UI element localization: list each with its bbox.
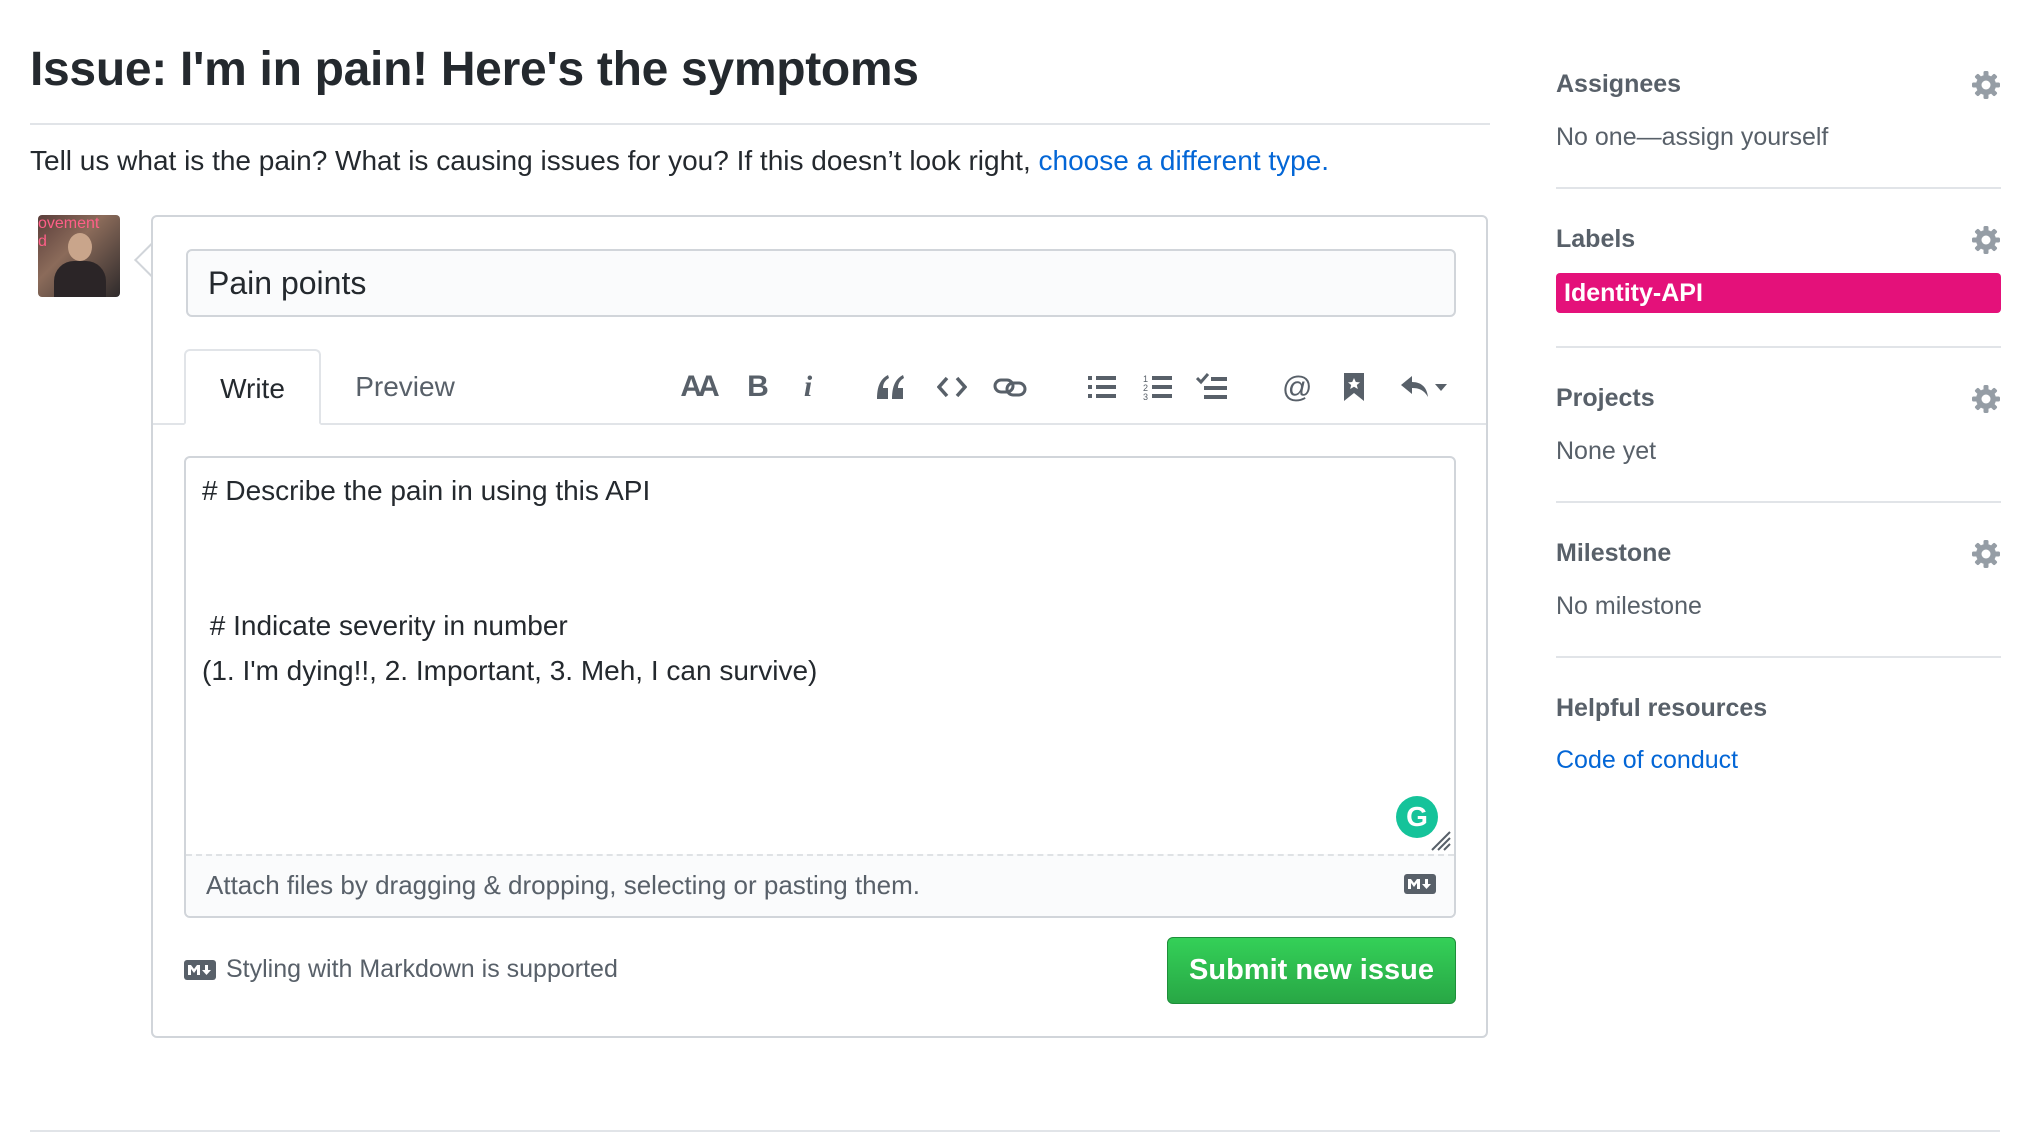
link-icon: [993, 378, 1027, 397]
heading-icon: AA: [680, 370, 719, 403]
sidebar-divider: [1556, 656, 2001, 658]
svg-text:3: 3: [1143, 392, 1148, 401]
tab-write[interactable]: Write: [184, 349, 321, 425]
helpful-resources-heading: Helpful resources: [1556, 694, 1768, 722]
page-title: Issue: I'm in pain! Here's the symptoms: [30, 43, 919, 96]
mention-icon: @: [1282, 372, 1311, 402]
markdown-icon: [1404, 874, 1436, 894]
markdown-icon: [184, 959, 216, 980]
reply-icon: [1401, 376, 1428, 397]
ordered-list-icon: 123: [1143, 374, 1172, 401]
issue-body-textarea[interactable]: # Describe the pain in using this API # …: [202, 468, 1422, 798]
submit-new-issue-button[interactable]: Submit new issue: [1167, 937, 1456, 1004]
gear-icon[interactable]: [1971, 539, 2001, 569]
quote-icon: [877, 375, 904, 399]
grammarly-glyph: G: [1406, 801, 1428, 832]
markdown-support-text[interactable]: Styling with Markdown is supported: [226, 955, 618, 984]
bookmark-button[interactable]: [1332, 365, 1376, 409]
gear-icon[interactable]: [1971, 70, 2001, 100]
bold-icon: B: [747, 370, 769, 403]
title-divider: [30, 123, 1490, 125]
avatar-overlay-text: ovement d: [38, 215, 99, 251]
mention-button[interactable]: @: [1274, 365, 1318, 409]
sidebar-assignees: Assignees: [1556, 70, 2001, 130]
task-list-icon: [1196, 373, 1227, 399]
issue-template-intro: Tell us what is the pain? What is causin…: [30, 145, 1329, 177]
heading-button[interactable]: AA: [676, 365, 720, 409]
assignees-value[interactable]: No one—assign yourself: [1556, 123, 1828, 152]
code-icon: [937, 376, 967, 398]
sidebar-divider: [1556, 187, 2001, 189]
projects-value: None yet: [1556, 437, 1657, 465]
sidebar-projects: Projects: [1556, 384, 2001, 424]
code-of-conduct-link[interactable]: Code of conduct: [1556, 746, 1738, 775]
sidebar-divider: [1556, 346, 2001, 348]
italic-button[interactable]: i: [786, 365, 830, 409]
code-button[interactable]: [930, 365, 974, 409]
saved-reply-icon: [1344, 373, 1364, 401]
unordered-list-icon: [1088, 376, 1116, 398]
issue-body-editor[interactable]: # Describe the pain in using this API # …: [184, 456, 1456, 918]
milestone-heading: Milestone: [1556, 539, 1672, 567]
milestone-value: No milestone: [1556, 592, 1702, 620]
attach-files-text: Attach files by dragging & dropping, sel…: [206, 870, 920, 900]
task-list-button[interactable]: [1190, 365, 1234, 409]
projects-heading: Projects: [1556, 384, 1655, 412]
gear-icon[interactable]: [1971, 384, 2001, 414]
italic-icon: i: [803, 370, 813, 403]
issue-title-input[interactable]: [186, 249, 1456, 317]
gear-icon[interactable]: [1971, 225, 2001, 255]
markdown-support-note: Styling with Markdown is supported: [184, 955, 618, 984]
grammarly-icon[interactable]: G: [1396, 796, 1438, 838]
label-identity-api[interactable]: Identity-API: [1556, 273, 2001, 313]
avatar-body: [54, 261, 106, 297]
assignees-heading: Assignees: [1556, 70, 1682, 98]
tab-preview[interactable]: Preview: [330, 349, 480, 425]
chevron-down-icon: [1435, 384, 1447, 391]
sidebar-divider: [1556, 501, 2001, 503]
choose-different-type-link[interactable]: choose a different type.: [1039, 145, 1330, 176]
sidebar-milestone: Milestone: [1556, 539, 2001, 579]
bold-button[interactable]: B: [736, 365, 780, 409]
sidebar-labels: Labels: [1556, 225, 2001, 265]
unordered-list-button[interactable]: [1080, 365, 1124, 409]
avatar[interactable]: ovement d: [38, 215, 120, 297]
labels-heading: Labels: [1556, 225, 1636, 253]
ordered-list-button[interactable]: 123: [1136, 365, 1180, 409]
quote-button[interactable]: [868, 365, 912, 409]
reply-button[interactable]: [1392, 365, 1456, 409]
footer-divider: [30, 1130, 2000, 1132]
avatar-overlay-label: ovement d: [38, 215, 100, 250]
intro-text: Tell us what is the pain? What is causin…: [30, 145, 1039, 176]
link-button[interactable]: [988, 365, 1032, 409]
attach-files-bar[interactable]: Attach files by dragging & dropping, sel…: [186, 854, 1454, 916]
svg-text:@: @: [1282, 372, 1311, 402]
